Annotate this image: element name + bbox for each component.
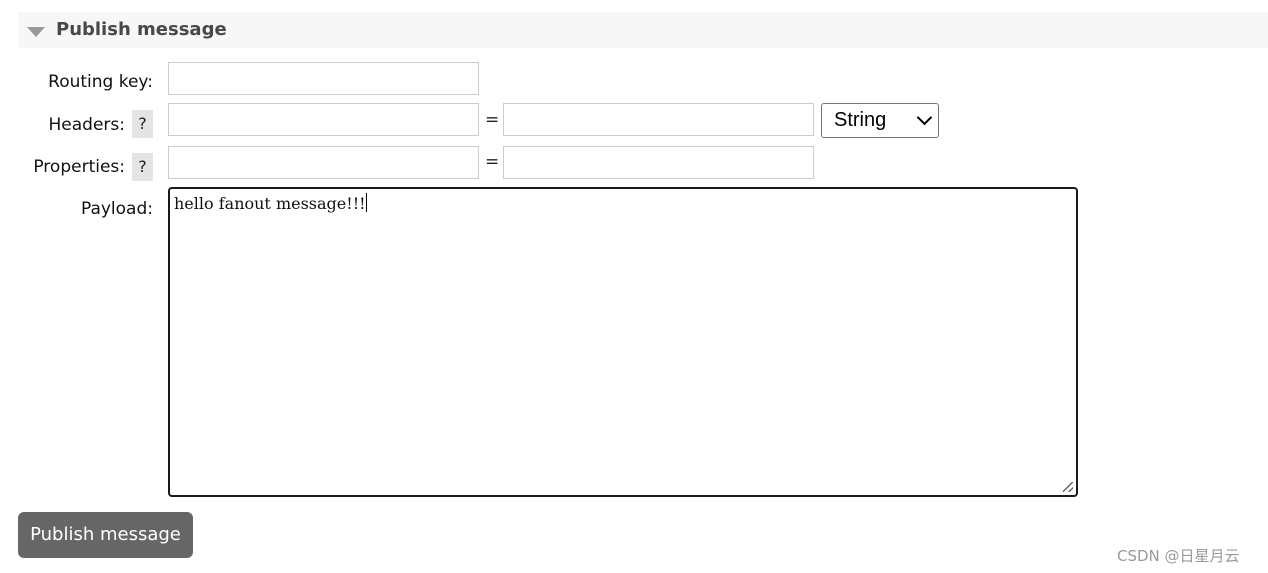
property-key-input[interactable] <box>168 146 479 179</box>
headers-help-button[interactable]: ? <box>132 110 153 138</box>
resize-handle-icon[interactable] <box>1063 482 1073 492</box>
payload-text: hello fanout message!!! <box>174 194 366 213</box>
headers-label: Headers: <box>48 115 125 135</box>
publish-message-button[interactable]: Publish message <box>18 512 193 558</box>
header-type-select[interactable]: String <box>821 103 939 138</box>
text-caret <box>365 193 367 212</box>
section-header[interactable]: Publish message <box>18 12 1268 48</box>
properties-label: Properties: <box>33 157 125 177</box>
equals-sign: = <box>485 152 500 172</box>
chevron-down-icon <box>916 109 933 126</box>
header-value-input[interactable] <box>503 103 814 136</box>
payload-textarea[interactable]: hello fanout message!!! <box>168 187 1078 497</box>
section-title: Publish message <box>56 19 227 40</box>
header-key-input[interactable] <box>168 103 479 136</box>
properties-help-button[interactable]: ? <box>132 153 153 181</box>
payload-label: Payload: <box>80 199 153 219</box>
watermark: CSDN @日星月云 <box>1117 547 1240 565</box>
equals-sign: = <box>485 110 500 130</box>
header-type-value: String <box>834 109 887 131</box>
triangle-down-icon[interactable] <box>27 27 45 37</box>
routing-key-label: Routing key: <box>48 72 153 92</box>
property-value-input[interactable] <box>503 146 814 179</box>
routing-key-input[interactable] <box>168 62 479 95</box>
